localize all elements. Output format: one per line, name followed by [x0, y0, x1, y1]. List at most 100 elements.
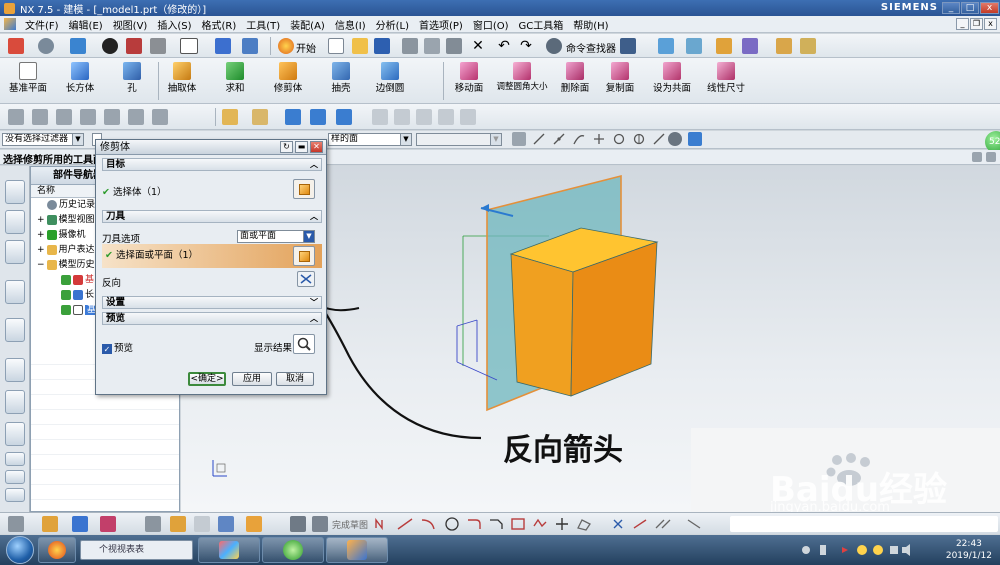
open-folder-icon[interactable] [352, 38, 368, 54]
dimension-input-field[interactable] [730, 516, 998, 532]
explode-icon[interactable] [194, 516, 210, 532]
part-icon[interactable] [8, 516, 24, 532]
part-navigator-tab[interactable] [5, 240, 25, 264]
checkbox-icon[interactable] [61, 304, 71, 315]
select-face-row[interactable]: ✔ 选择面或平面（1） [102, 244, 322, 268]
constraint-icon[interactable] [100, 516, 116, 532]
palette-tab[interactable] [5, 488, 25, 502]
section-view-icon[interactable] [126, 38, 142, 54]
select-body-row[interactable]: ✔ 选择体（1） [102, 184, 322, 198]
select-face-button[interactable] [293, 246, 315, 266]
reuse-library-tab[interactable] [5, 390, 25, 414]
control-point-icon[interactable] [572, 132, 586, 146]
intent-dropdown[interactable]: ▼ [416, 133, 502, 146]
sketch-icon[interactable] [290, 516, 306, 532]
cut-icon[interactable] [402, 38, 418, 54]
intersection-icon[interactable] [592, 132, 606, 146]
reverse-direction-button[interactable] [297, 271, 315, 287]
ruled-icon[interactable] [310, 109, 326, 125]
maximize-button[interactable]: □ [961, 2, 979, 14]
menu-assembly[interactable]: 装配(A) [285, 17, 330, 32]
tool-option-dropdown[interactable]: 面或平面 ▼ [237, 230, 315, 243]
system-materials-tab[interactable] [5, 452, 25, 466]
menu-file[interactable]: 文件(F) [20, 17, 64, 32]
show-result-button[interactable] [293, 334, 315, 354]
minimize-button[interactable]: _ [942, 2, 960, 14]
text-curve-icon[interactable] [152, 109, 168, 125]
sequence-icon[interactable] [218, 516, 234, 532]
undo-icon[interactable]: ↶ [496, 38, 512, 54]
end-point-icon[interactable] [532, 132, 546, 146]
bounded-grid-icon[interactable] [688, 132, 702, 146]
unite-button[interactable]: 求和 [207, 62, 263, 102]
edge-blend-button[interactable]: 边倒圆 [362, 62, 418, 102]
through-curves-icon[interactable] [252, 109, 268, 125]
process-studio-tab[interactable] [5, 358, 25, 382]
face-rule-dropdown[interactable]: 样的面 ▼ [328, 133, 412, 146]
new-file-icon[interactable] [328, 38, 344, 54]
ok-button[interactable]: <确定> [188, 372, 226, 386]
delete-icon[interactable]: ✕ [470, 38, 486, 54]
point-on-face-icon[interactable] [668, 132, 682, 146]
wave-icon[interactable] [246, 516, 262, 532]
windows-start-button[interactable] [6, 536, 34, 564]
measure-icon[interactable] [776, 38, 792, 54]
copy-icon[interactable] [424, 38, 440, 54]
block-button[interactable]: 长方体 [52, 62, 108, 102]
target-section-header[interactable]: 目标 ︿ [102, 158, 322, 171]
command-finder-icon[interactable] [546, 38, 562, 54]
apply-button[interactable]: 应用 [232, 372, 272, 386]
arc-center-icon[interactable] [612, 132, 626, 146]
studio-surface-icon[interactable] [336, 109, 352, 125]
restore-pane-icon[interactable] [972, 152, 982, 162]
join-curve-icon[interactable] [104, 109, 120, 125]
save-icon[interactable] [374, 38, 390, 54]
linear-dimension-button[interactable]: 线性尺寸 [698, 62, 754, 102]
tool-section-header[interactable]: 刀具 ︿ [102, 210, 322, 223]
move-face-button[interactable]: 移动面 [441, 62, 497, 102]
menu-format[interactable]: 格式(R) [197, 17, 242, 32]
internet-explorer-tab[interactable] [5, 280, 25, 304]
doc-close-button[interactable]: x [984, 18, 997, 30]
square-icon[interactable] [438, 109, 454, 125]
web-browser-tab[interactable] [5, 470, 25, 484]
select-body-button[interactable] [293, 179, 315, 199]
shading-icon[interactable] [102, 38, 118, 54]
trim-body-button[interactable]: 修剪体 [260, 62, 316, 102]
wireframe-icon[interactable] [150, 38, 166, 54]
offset-curve-icon[interactable] [32, 109, 48, 125]
draft-icon[interactable] [800, 38, 816, 54]
collapse-icon[interactable]: ▬ [295, 141, 308, 153]
menu-preferences[interactable]: 首选项(P) [414, 17, 468, 32]
triangle-icon[interactable] [416, 109, 432, 125]
checkbox-icon[interactable] [61, 274, 71, 285]
taskbar-app-paint[interactable] [198, 537, 260, 563]
bridge-curve-icon[interactable] [80, 109, 96, 125]
command-finder-label[interactable]: 命令查找器 [566, 40, 616, 55]
new-icon[interactable] [8, 38, 24, 54]
preview-checkbox[interactable]: ✓ [102, 343, 112, 354]
selection-filter-dropdown[interactable]: 没有选择过滤器 ▼ [2, 133, 84, 146]
finish-sketch-label[interactable]: 完成草图 [332, 518, 368, 531]
surface-extra-icon[interactable] [460, 109, 476, 125]
maximize-pane-icon[interactable] [986, 152, 996, 162]
analysis-icon[interactable] [686, 38, 702, 54]
menu-analysis[interactable]: 分析(L) [371, 17, 414, 32]
background-color-icon[interactable] [180, 38, 198, 54]
orient-view-icon[interactable] [215, 38, 231, 54]
dialog-close-button[interactable]: ✕ [310, 141, 323, 153]
swept-icon[interactable] [285, 109, 301, 125]
taskbar-app-qq-pinyin[interactable] [38, 537, 76, 563]
dialog-title-bar[interactable]: 修剪体 ↻ ▬ ✕ [96, 140, 326, 155]
split-curve-icon[interactable] [128, 109, 144, 125]
surface-icon[interactable] [222, 109, 238, 125]
preview-section-header[interactable]: 预览 ︿ [102, 312, 322, 325]
redo-icon[interactable]: ↷ [518, 38, 534, 54]
project-curve-icon[interactable] [56, 109, 72, 125]
settings-section-header[interactable]: 设置 ﹀ [102, 296, 322, 309]
menu-help[interactable]: 帮助(H) [568, 17, 613, 32]
info-icon[interactable] [620, 38, 636, 54]
role-tab[interactable] [5, 422, 25, 446]
assembly-icon[interactable] [42, 516, 58, 532]
menu-view[interactable]: 视图(V) [108, 17, 153, 32]
